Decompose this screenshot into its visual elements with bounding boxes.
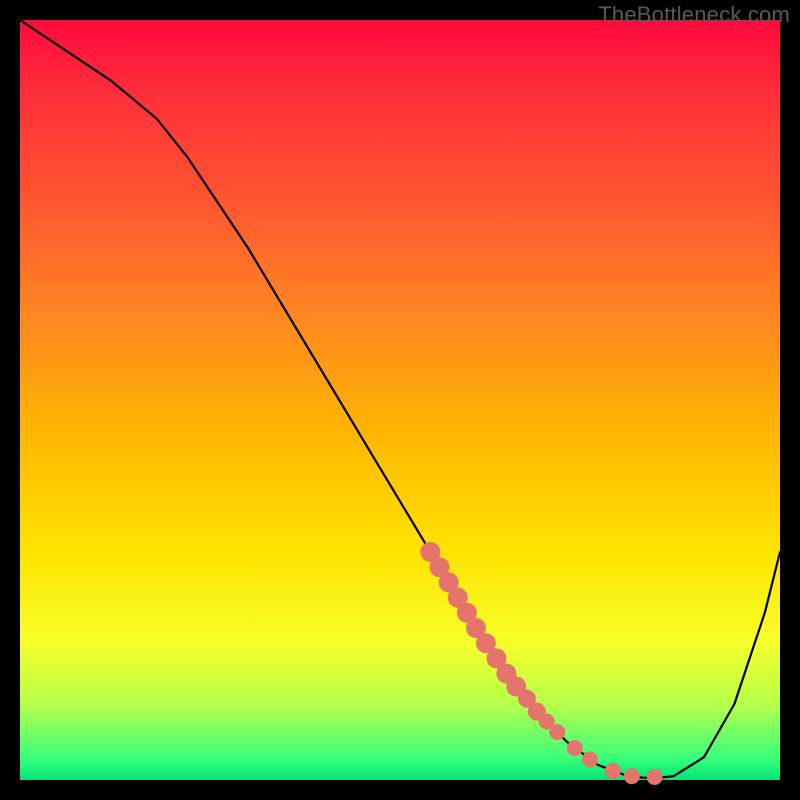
chart-frame: TheBottleneck.com: [0, 0, 800, 800]
curve-path: [20, 20, 780, 778]
marker-dot: [605, 763, 621, 779]
marker-dot: [624, 768, 640, 784]
watermark-text: TheBottleneck.com: [598, 2, 790, 28]
highlight-markers: [420, 542, 662, 785]
plot-area: [20, 20, 780, 780]
marker-dot: [549, 724, 565, 740]
marker-dot: [647, 769, 663, 785]
chart-svg: [20, 20, 780, 780]
marker-dot: [582, 751, 598, 767]
marker-dot: [567, 740, 583, 756]
curve-line: [20, 20, 780, 778]
